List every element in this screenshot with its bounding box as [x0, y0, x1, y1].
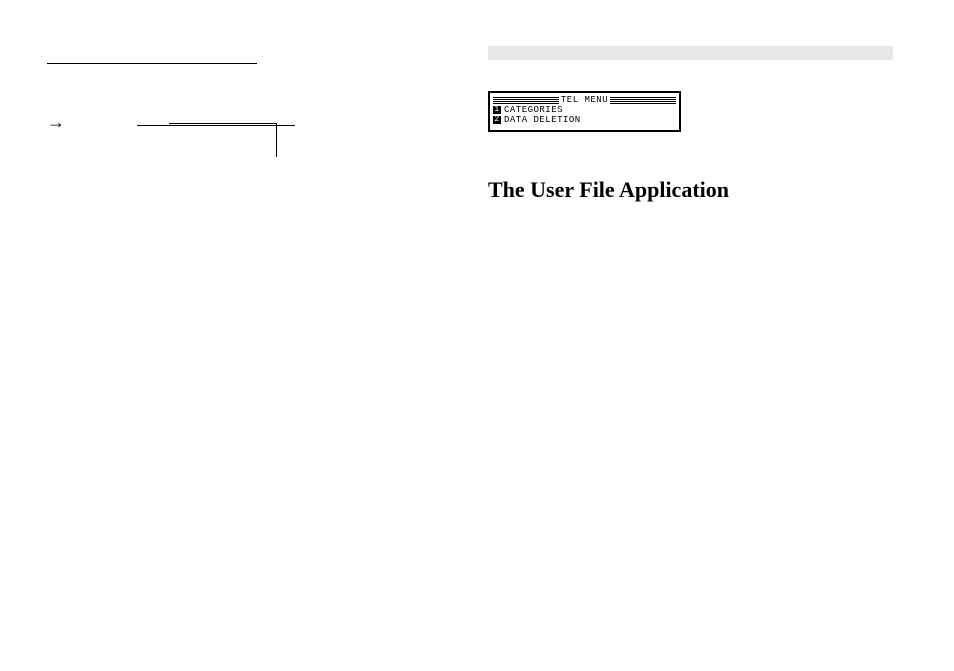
lcd-screen: TEL MENU 1 CATEGORIES 2 DATA DELETION — [488, 91, 681, 132]
list-item: 1 CATEGORIES — [493, 105, 676, 115]
section-heading: The User File Application — [488, 177, 893, 203]
bracket-line — [169, 123, 277, 157]
lcd-title: TEL MENU — [561, 95, 608, 105]
lcd-item-label: DATA DELETION — [504, 115, 581, 125]
lcd-item-number: 1 — [493, 106, 501, 114]
list-item: 2 DATA DELETION — [493, 115, 676, 125]
header-bar — [488, 46, 893, 60]
lcd-bars-right — [610, 97, 676, 104]
arrow-icon: → — [47, 112, 65, 133]
lcd-item-label: CATEGORIES — [504, 105, 563, 115]
lcd-item-number: 2 — [493, 116, 501, 124]
lcd-bars-left — [493, 97, 559, 104]
underline-line-1 — [47, 50, 257, 64]
